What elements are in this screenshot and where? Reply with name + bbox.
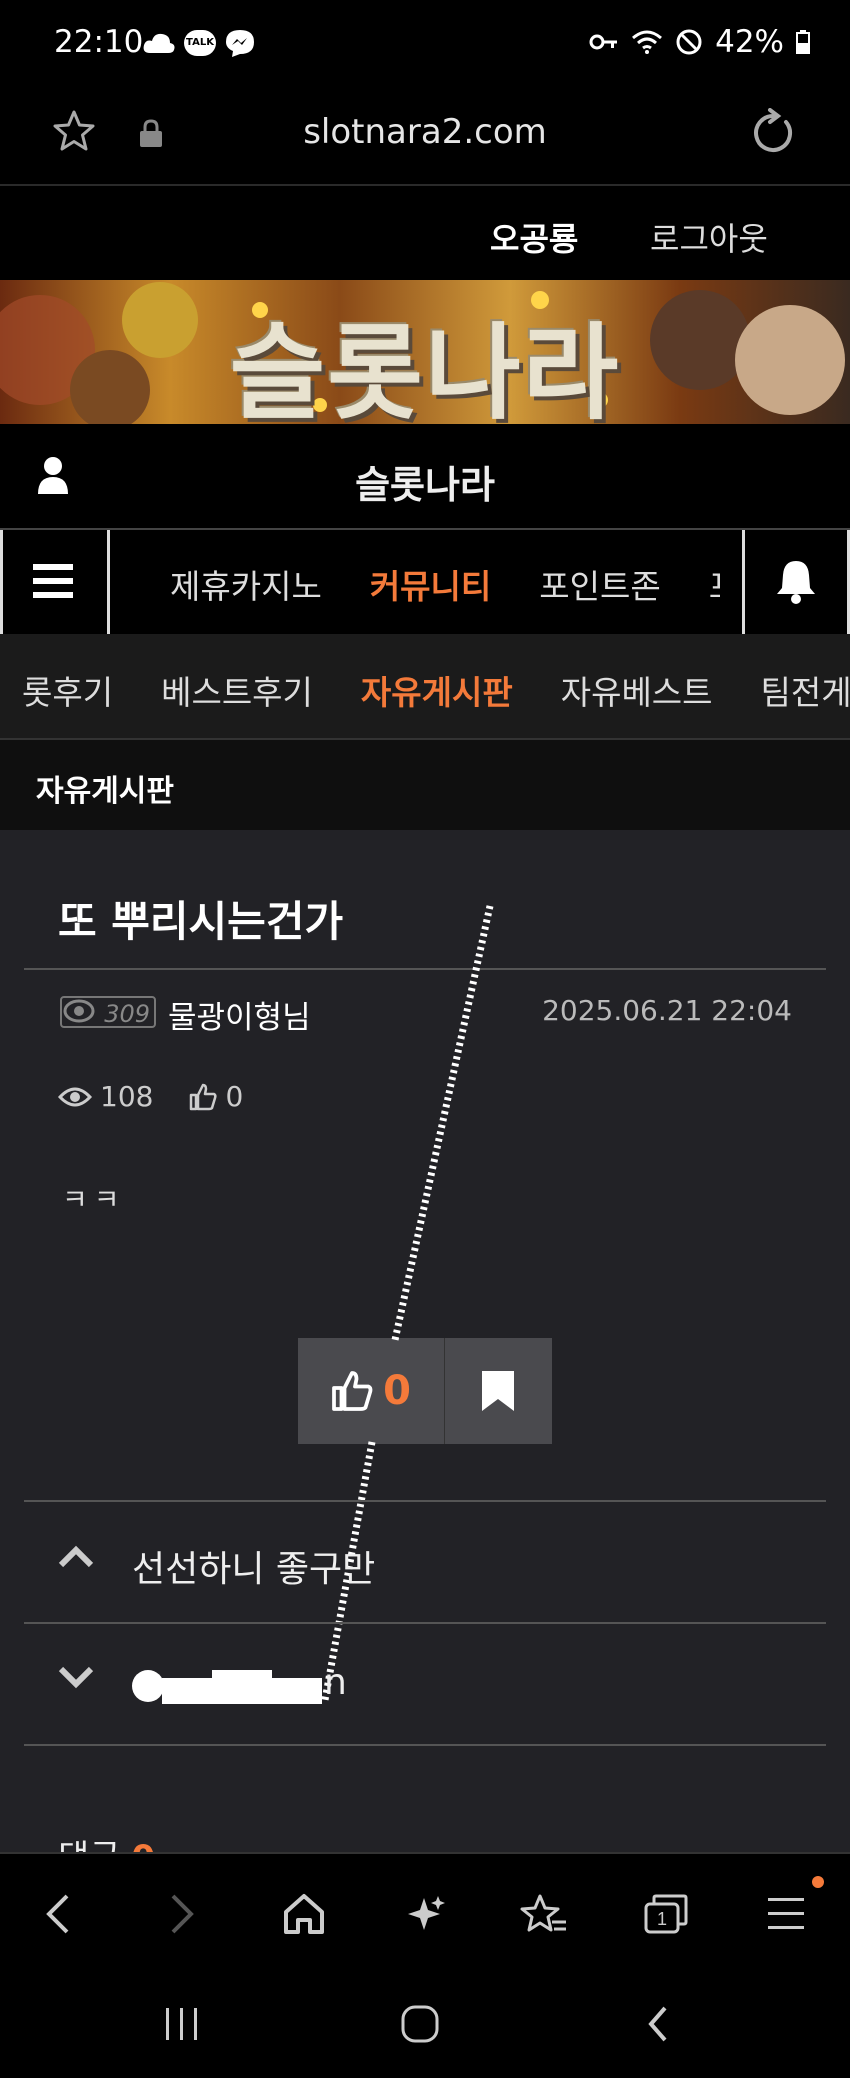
home-icon (284, 1894, 324, 1934)
status-right-icons: 42% (589, 24, 810, 60)
nav-item-affiliate-casino[interactable]: 제휴카지노 (170, 560, 322, 608)
forward-icon (171, 1894, 194, 1934)
bell-icon (777, 561, 815, 604)
tabs-count: 1 (657, 1909, 667, 1929)
back-button[interactable] (26, 1882, 90, 1946)
divider (24, 1744, 826, 1746)
nav-item-more[interactable]: 프 (709, 560, 720, 608)
main-nav: 제휴카지노 커뮤니티 포인트존 프 (0, 528, 850, 636)
subnav-item-best-review[interactable]: 베스트후기 (161, 666, 313, 714)
battery-text: 42% (715, 24, 784, 60)
logout-link[interactable]: 로그아웃 (650, 214, 768, 260)
battery-icon (796, 30, 810, 54)
next-post-title: n (324, 1662, 347, 1703)
address-bar: slotnara2.com (0, 92, 850, 186)
post-content: 또 뿌리시는건가 309 물광이형님 2025.06.21 22:04 108 … (0, 830, 850, 1878)
tabs-button[interactable]: 1 (634, 1882, 698, 1946)
board-title: 자유게시판 (36, 774, 174, 809)
subnav-item-free-board[interactable]: 자유게시판 (361, 666, 513, 714)
wifi-icon (632, 30, 663, 54)
messenger-icon (226, 30, 254, 57)
recent-apps-button[interactable] (142, 1992, 222, 2056)
back-system-button[interactable] (618, 1992, 698, 2056)
menu-button-browser[interactable] (756, 1876, 824, 1946)
back-icon (46, 1894, 69, 1934)
nav-item-point-zone[interactable]: 포인트존 (539, 560, 660, 608)
redaction-mark (132, 1670, 322, 1704)
menu-button[interactable] (0, 530, 110, 634)
system-nav-bar (0, 1972, 850, 2078)
board-title-bar: 자유게시판 (0, 740, 850, 830)
sub-nav-items: 롯후기 베스트후기 자유게시판 자유베스트 팀전게 (22, 666, 850, 714)
recents-icon (166, 2008, 197, 2040)
site-name[interactable]: 슬롯나라 (0, 454, 850, 509)
home-button[interactable] (272, 1882, 336, 1946)
ai-button[interactable] (392, 1882, 456, 1946)
dnd-icon (676, 29, 702, 55)
reload-icon[interactable] (748, 108, 798, 158)
chevron-down-icon (58, 1666, 94, 1689)
hamburger-icon (33, 564, 73, 598)
favorites-icon (520, 1894, 566, 1932)
nav-item-community[interactable]: 커뮤니티 (370, 560, 491, 608)
next-post-row[interactable]: n (24, 1624, 826, 1744)
browser-toolbar: 1 (0, 1852, 850, 1974)
subnav-item-slot-review[interactable]: 롯후기 (22, 666, 113, 714)
prev-post-title: 선선하니 좋구만 (132, 1549, 376, 1590)
site-top-header: 오공룡 로그아웃 (0, 186, 850, 280)
site-name-bar: 슬롯나라 (0, 424, 850, 528)
notification-button[interactable] (742, 530, 850, 634)
chevron-up-icon (58, 1545, 94, 1568)
favorites-button[interactable] (512, 1882, 576, 1946)
banner-title: 슬롯나라 (229, 312, 621, 424)
cloud-icon (143, 33, 175, 53)
forward-button[interactable] (150, 1882, 214, 1946)
tabs-icon: 1 (644, 1894, 688, 1934)
key-icon (589, 34, 618, 50)
menu-icon (768, 1898, 804, 1929)
sparkle-icon (408, 1896, 445, 1930)
main-nav-items: 제휴카지노 커뮤니티 포인트존 프 (170, 560, 720, 608)
home-system-button[interactable] (380, 1992, 460, 2056)
subnav-item-free-best[interactable]: 자유베스트 (561, 666, 713, 714)
status-bar: 22:10 TALK 42% (0, 0, 850, 92)
prev-post-row[interactable]: 선선하니 좋구만 (24, 1502, 826, 1622)
url-text[interactable]: slotnara2.com (0, 112, 850, 152)
username-link[interactable]: 오공룡 (490, 214, 578, 260)
subnav-item-team[interactable]: 팀전게 (761, 666, 850, 714)
home-circle-icon (401, 2005, 439, 2043)
sub-nav: 롯후기 베스트후기 자유게시판 자유베스트 팀전게 (0, 634, 850, 740)
status-left-icons: TALK (142, 28, 256, 58)
back-chevron-icon (648, 2006, 667, 2042)
notification-dot (812, 1876, 824, 1888)
talk-icon: TALK (184, 30, 216, 56)
status-time: 22:10 (54, 24, 144, 60)
site-banner[interactable]: 슬롯나라 (0, 280, 850, 424)
